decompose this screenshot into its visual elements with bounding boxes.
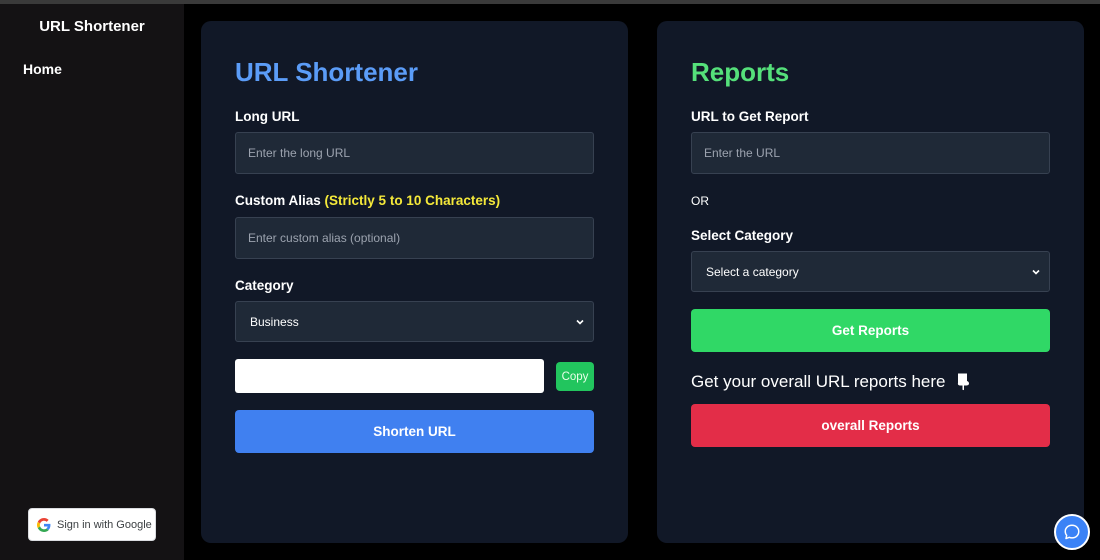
select-category-label: Select Category	[691, 228, 794, 243]
report-category-selected-value: Select a category	[706, 264, 799, 279]
shorten-url-button[interactable]: Shorten URL	[235, 410, 594, 453]
long-url-label: Long URL	[235, 109, 300, 124]
sidebar: URL Shortener Home Sign in with Google	[0, 4, 184, 560]
alias-hint: (Strictly 5 to 10 Characters)	[324, 193, 501, 208]
chevron-down-icon	[1032, 269, 1040, 275]
short-url-output[interactable]	[235, 359, 544, 393]
category-label: Category	[235, 278, 294, 293]
report-category-select[interactable]: Select a category	[691, 251, 1050, 292]
chat-bubble-icon	[1064, 524, 1080, 540]
alias-label: Custom Alias (Strictly 5 to 10 Character…	[235, 193, 500, 208]
report-url-label: URL to Get Report	[691, 109, 809, 124]
reports-title: Reports	[691, 57, 790, 87]
category-selected-value: Business	[250, 314, 299, 329]
or-separator: OR	[691, 194, 709, 208]
brand-title: URL Shortener	[39, 18, 145, 35]
overall-reports-button[interactable]: overall Reports	[691, 404, 1050, 447]
chat-widget-button[interactable]	[1054, 514, 1090, 550]
category-select[interactable]: Business	[235, 301, 594, 342]
get-reports-button[interactable]: Get Reports	[691, 309, 1050, 352]
google-signin-label: Sign in with Google	[57, 518, 152, 531]
shortener-card: URL Shortener Long URL Custom Alias (Str…	[201, 21, 628, 543]
alias-label-text: Custom Alias	[235, 193, 321, 208]
nav-home-link[interactable]: Home	[23, 61, 62, 77]
google-g-icon	[37, 517, 51, 532]
long-url-input[interactable]	[235, 132, 594, 174]
overall-reports-prompt: Get your overall URL reports here	[691, 372, 971, 392]
overall-reports-text: Get your overall URL reports here	[691, 372, 946, 391]
google-signin-button[interactable]: Sign in with Google	[28, 508, 156, 541]
chevron-down-icon	[576, 319, 584, 325]
copy-button[interactable]: Copy	[556, 362, 594, 391]
shortener-title: URL Shortener	[235, 57, 418, 87]
pointing-down-hand-icon	[958, 373, 970, 391]
reports-card: Reports URL to Get Report OR Select Cate…	[657, 21, 1084, 543]
custom-alias-input[interactable]	[235, 217, 594, 259]
report-url-input[interactable]	[691, 132, 1050, 174]
